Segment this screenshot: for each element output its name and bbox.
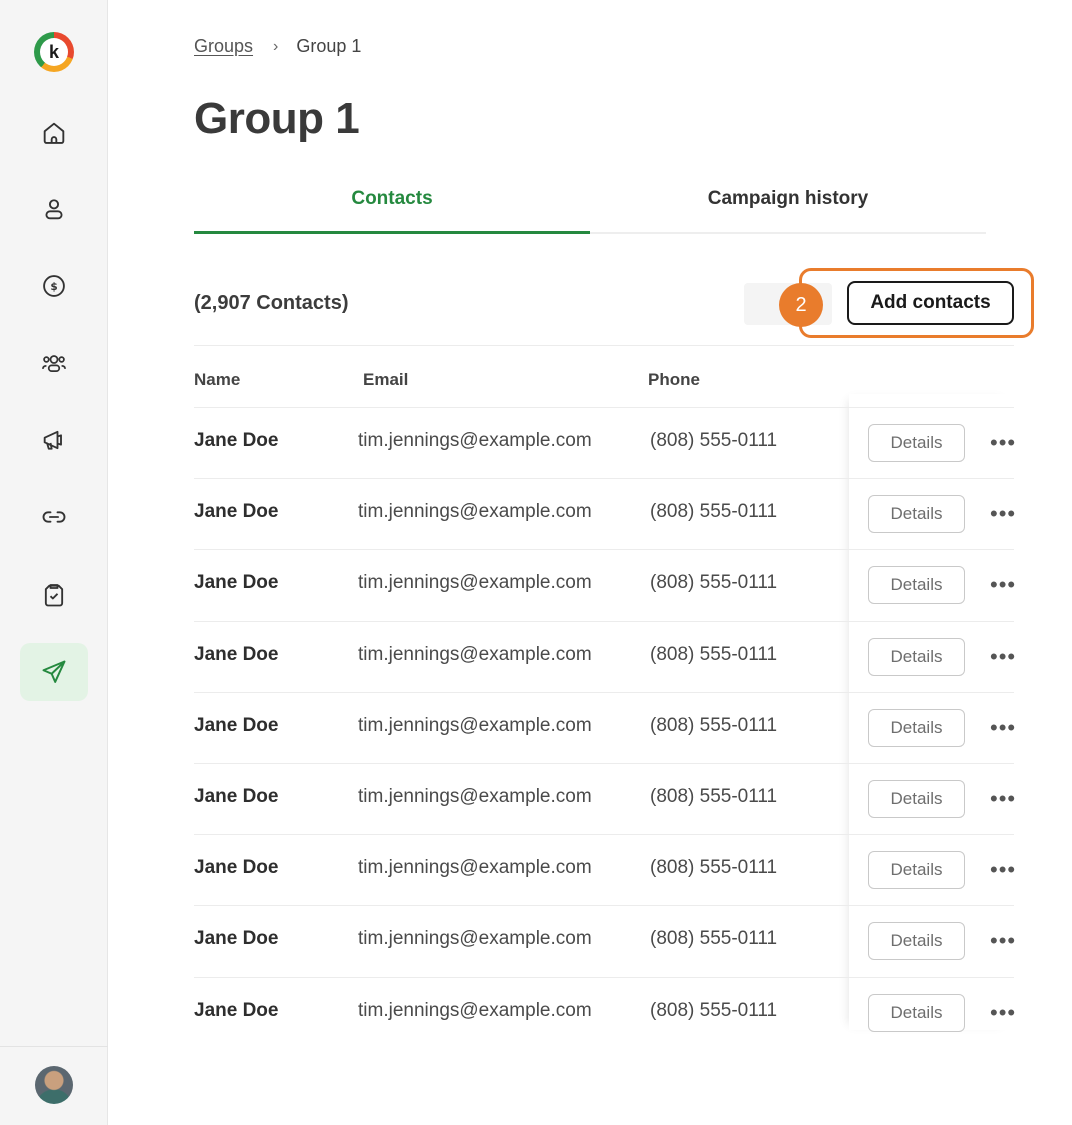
sidebar: k $ xyxy=(0,0,108,1125)
more-options-icon[interactable]: ••• xyxy=(990,570,1016,600)
details-button[interactable]: Details xyxy=(868,780,965,818)
contact-name: Jane Doe xyxy=(194,714,279,736)
tab-bar: Contacts Campaign history xyxy=(194,180,986,234)
contact-phone: (808) 555-0111 xyxy=(650,786,778,807)
more-options-icon[interactable]: ••• xyxy=(990,855,1016,885)
page-title: Group 1 xyxy=(194,94,360,143)
contacts-count: (2,907 Contacts) xyxy=(194,292,349,314)
contact-email: tim.jennings@example.com xyxy=(358,714,592,736)
table-row[interactable]: Jane Doe tim.jennings@example.com (808) 55… xyxy=(194,407,1016,478)
details-button[interactable]: Details xyxy=(868,495,965,534)
more-options-icon[interactable]: ••• xyxy=(990,926,1016,956)
user-icon xyxy=(45,199,63,220)
contact-email: tim.jennings@example.com xyxy=(358,999,592,1021)
contact-name: Jane Doe xyxy=(194,643,279,665)
send-icon xyxy=(42,660,66,683)
contact-phone: (808) 555-0111 xyxy=(650,857,778,879)
column-header-name: Name xyxy=(194,370,241,389)
details-button[interactable]: Details xyxy=(868,566,965,605)
table-divider xyxy=(194,345,1014,346)
table-row[interactable]: Jane Doe tim.jennings@example.com (808) 55… xyxy=(194,691,1016,763)
more-options-icon[interactable]: ••• xyxy=(990,642,1016,672)
breadcrumb-current: Group 1 xyxy=(296,36,362,56)
users-group-icon xyxy=(42,355,66,373)
contact-phone: (808) 555-0111 xyxy=(650,572,778,594)
contact-phone: (808) 555-0111 xyxy=(650,501,778,523)
details-button[interactable]: Details xyxy=(868,637,965,676)
contact-email: tim.jennings@example.com xyxy=(358,430,592,451)
contact-phone: (808) 555-0111 xyxy=(650,430,778,451)
home-icon xyxy=(43,122,65,144)
clipboard-check-icon xyxy=(44,584,64,607)
more-options-icon[interactable]: ••• xyxy=(990,428,1016,458)
sidebar-item-campaigns[interactable] xyxy=(20,411,88,469)
dollar-icon: $ xyxy=(43,275,65,297)
more-options-icon[interactable]: ••• xyxy=(990,998,1016,1028)
megaphone-icon xyxy=(43,430,62,450)
details-button[interactable]: Details xyxy=(868,851,965,890)
contact-email: tim.jennings@example.com xyxy=(358,501,592,523)
column-header-email: Email xyxy=(363,370,409,389)
sidebar-item-billing[interactable]: $ xyxy=(20,257,88,315)
contact-email: tim.jennings@example.com xyxy=(358,857,592,879)
sidebar-item-links[interactable] xyxy=(20,488,88,546)
table-row[interactable]: Jane Doe tim.jennings@example.com (808) 55… xyxy=(194,976,1016,1048)
app-logo[interactable]: k xyxy=(34,32,74,72)
breadcrumb: Groups › Group 1 xyxy=(194,36,361,57)
contact-email: tim.jennings@example.com xyxy=(358,643,592,665)
more-options-icon[interactable]: ••• xyxy=(990,713,1016,743)
sidebar-item-profile[interactable] xyxy=(20,180,88,238)
table-row[interactable]: Jane Doe tim.jennings@example.com (808) 55… xyxy=(194,763,1016,834)
sidebar-divider xyxy=(0,1046,108,1047)
contact-phone: (808) 555-0111 xyxy=(650,928,778,950)
tab-campaign-history[interactable]: Campaign history xyxy=(590,180,986,232)
svg-text:$: $ xyxy=(50,281,57,293)
contact-email: tim.jennings@example.com xyxy=(358,786,592,807)
contact-name: Jane Doe xyxy=(194,430,279,451)
step-badge: 2 xyxy=(779,283,823,327)
add-contacts-button[interactable]: Add contacts xyxy=(847,281,1014,325)
contact-name: Jane Doe xyxy=(194,999,279,1021)
contact-phone: (808) 555-0111 xyxy=(650,999,778,1021)
contact-phone: (808) 555-0111 xyxy=(650,643,778,665)
sidebar-item-send[interactable] xyxy=(20,643,88,701)
contact-name: Jane Doe xyxy=(194,501,279,523)
contact-name: Jane Doe xyxy=(194,928,279,950)
tab-contacts[interactable]: Contacts xyxy=(194,180,590,234)
sidebar-item-home[interactable] xyxy=(20,104,88,162)
contact-name: Jane Doe xyxy=(194,572,279,594)
table-row[interactable]: Jane Doe tim.jennings@example.com (808) 55… xyxy=(194,620,1016,692)
sidebar-item-tasks[interactable] xyxy=(20,566,88,624)
more-options-icon[interactable]: ••• xyxy=(990,499,1016,529)
contact-name: Jane Doe xyxy=(194,857,279,879)
table-row[interactable]: Jane Doe tim.jennings@example.com (808) 55… xyxy=(194,478,1016,549)
details-button[interactable]: Details xyxy=(868,424,965,462)
details-button[interactable]: Details xyxy=(868,922,965,961)
table-row[interactable]: Jane Doe tim.jennings@example.com (808) 55… xyxy=(194,834,1016,905)
contact-email: tim.jennings@example.com xyxy=(358,928,592,950)
logo-letter: k xyxy=(40,38,68,66)
link-icon xyxy=(42,511,66,523)
details-button[interactable]: Details xyxy=(868,993,965,1032)
table-row[interactable]: Jane Doe tim.jennings@example.com (808) 55… xyxy=(194,905,1016,976)
table-row[interactable]: Jane Doe tim.jennings@example.com (808) 55… xyxy=(194,549,1016,620)
column-header-phone: Phone xyxy=(648,370,700,389)
avatar[interactable] xyxy=(35,1066,73,1104)
chevron-right-icon: › xyxy=(273,37,279,55)
contact-email: tim.jennings@example.com xyxy=(358,572,592,594)
contact-phone: (808) 555-0111 xyxy=(650,714,778,736)
contact-name: Jane Doe xyxy=(194,786,279,807)
more-options-icon[interactable]: ••• xyxy=(990,784,1016,814)
breadcrumb-groups-link[interactable]: Groups xyxy=(194,36,253,57)
details-button[interactable]: Details xyxy=(868,708,965,747)
sidebar-item-groups[interactable] xyxy=(20,334,88,392)
